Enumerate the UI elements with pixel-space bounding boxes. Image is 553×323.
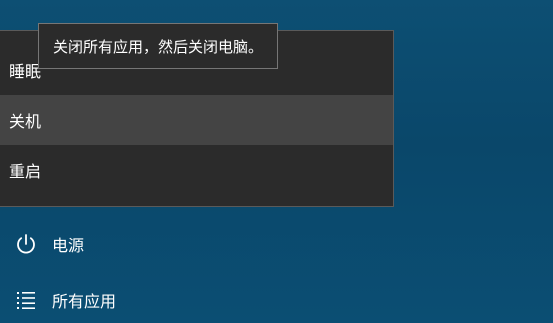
menu-item-shutdown[interactable]: 关机 xyxy=(0,95,393,145)
all-apps-button[interactable]: 所有应用 xyxy=(0,278,394,322)
menu-item-label: 睡眠 xyxy=(9,62,42,81)
menu-item-restart[interactable]: 重启 xyxy=(0,145,393,195)
tooltip-text: 关闭所有应用，然后关闭电脑。 xyxy=(53,37,264,56)
power-label: 电源 xyxy=(52,236,85,255)
shutdown-tooltip: 关闭所有应用，然后关闭电脑。 xyxy=(38,23,279,69)
power-button[interactable]: 电源 xyxy=(0,222,394,266)
all-apps-label: 所有应用 xyxy=(52,292,117,311)
menu-item-label: 关机 xyxy=(9,112,42,131)
power-icon xyxy=(12,230,40,258)
list-icon xyxy=(12,286,40,314)
menu-item-label: 重启 xyxy=(9,162,42,181)
